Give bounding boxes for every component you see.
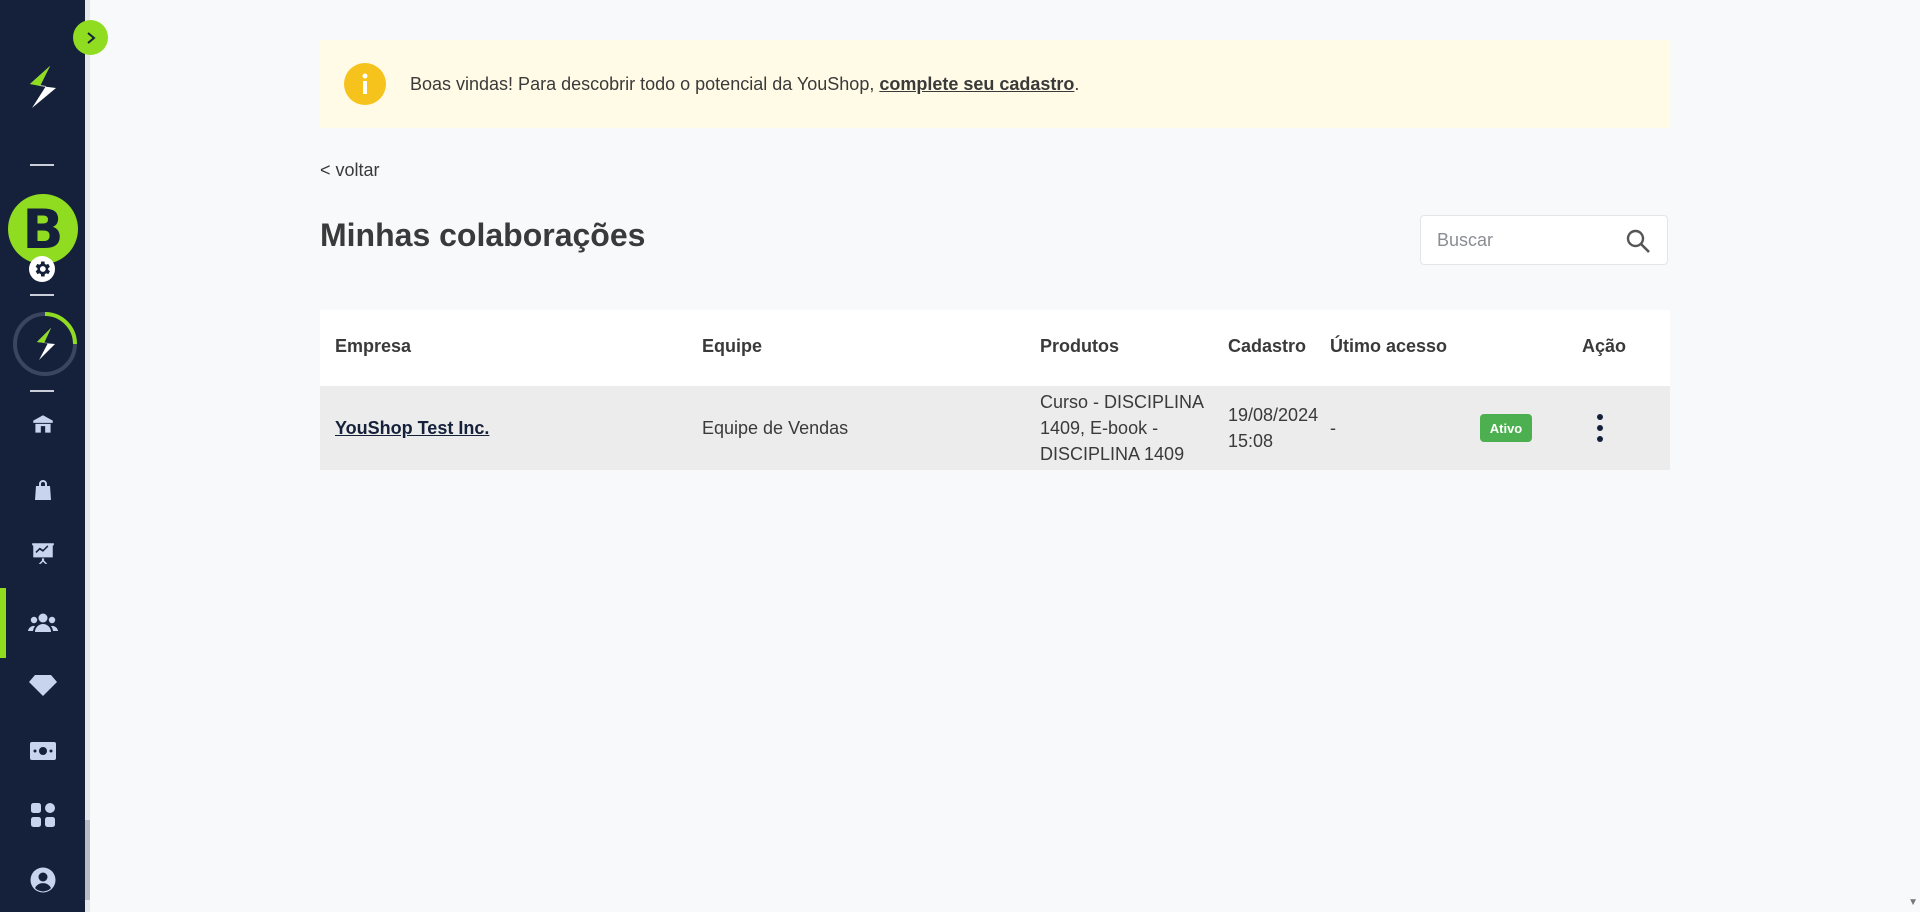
- cadastro-time: 15:08: [1228, 431, 1274, 451]
- sidebar-item-finance[interactable]: [0, 726, 85, 776]
- apps-grid-icon: [30, 803, 55, 827]
- banner-message: Boas vindas! Para descobrir todo o poten…: [410, 74, 1079, 95]
- complete-registration-link[interactable]: complete seu cadastro: [879, 74, 1074, 94]
- presentation-chart-icon: [31, 543, 54, 564]
- header-empresa: Empresa: [335, 336, 412, 356]
- money-icon: [29, 742, 56, 760]
- sidebar-item-apps[interactable]: [0, 790, 85, 840]
- company-link[interactable]: YouShop Test Inc.: [335, 418, 489, 438]
- header-cadastro: Cadastro: [1228, 336, 1307, 356]
- welcome-banner: Boas vindas! Para descobrir todo o poten…: [320, 40, 1670, 128]
- sidebar-item-diamond[interactable]: [0, 660, 85, 710]
- produtos-line: 1409, E-book -: [1040, 418, 1159, 438]
- status-badge: Ativo: [1480, 414, 1532, 442]
- banner-suffix: .: [1074, 73, 1080, 94]
- search-input[interactable]: [1435, 228, 1619, 252]
- header-ultimo-acesso: Útimo acesso: [1330, 336, 1448, 356]
- produtos-line: Curso - DISCIPLINA: [1040, 392, 1205, 412]
- sidebar-scrollbar[interactable]: [85, 0, 90, 912]
- scrollbar-thumb[interactable]: [85, 820, 90, 900]
- cell-equipe: Equipe de Vendas: [702, 418, 849, 438]
- info-icon: [344, 63, 386, 105]
- sidebar-divider: [30, 390, 54, 392]
- search-box: [1420, 215, 1668, 265]
- page-title: Minhas colaborações: [320, 217, 646, 253]
- sidebar-item-dashboard[interactable]: [0, 528, 85, 578]
- header-produtos: Produtos: [1040, 336, 1119, 356]
- sidebar-item-collaborators[interactable]: [0, 588, 85, 658]
- table-header: Empresa Equipe Produtos Cadastro Útimo a…: [320, 310, 1670, 386]
- gear-icon[interactable]: [29, 256, 55, 282]
- sidebar-item-profile[interactable]: [0, 855, 85, 905]
- sidebar-toggle-button[interactable]: [73, 20, 108, 55]
- more-options-icon[interactable]: [1590, 414, 1610, 442]
- back-link[interactable]: < voltar: [320, 160, 380, 181]
- users-icon: [27, 613, 58, 632]
- progress-ring-icon[interactable]: [11, 310, 79, 378]
- search-icon[interactable]: [1625, 228, 1651, 254]
- header-equipe: Equipe: [702, 336, 763, 356]
- table-row: YouShop Test Inc. Equipe de Vendas Curso…: [320, 386, 1670, 470]
- diamond-icon: [28, 675, 57, 696]
- shopping-bag-icon: [34, 480, 51, 500]
- banner-text: Boas vindas! Para descobrir todo o poten…: [410, 73, 880, 94]
- cell-empresa: YouShop Test Inc.: [335, 415, 489, 441]
- collaborations-table: Empresa Equipe Produtos Cadastro Útimo a…: [320, 310, 1670, 470]
- sidebar-item-shop[interactable]: [0, 465, 85, 515]
- cadastro-date: 19/08/2024: [1228, 405, 1319, 425]
- cell-cadastro: 19/08/2024 15:08: [1228, 402, 1318, 454]
- home-icon: [32, 415, 53, 433]
- youshop-logo-icon[interactable]: [20, 62, 64, 114]
- user-circle-icon: [30, 867, 55, 893]
- avatar-letter: B: [22, 197, 64, 261]
- cell-ultimo-acesso: -: [1330, 418, 1336, 438]
- sidebar: B: [0, 0, 85, 912]
- avatar[interactable]: B: [8, 194, 78, 264]
- scroll-down-arrow-icon[interactable]: ▼: [1908, 897, 1918, 908]
- sidebar-divider: [30, 294, 54, 296]
- produtos-line: DISCIPLINA 1409: [1040, 444, 1185, 464]
- header-acao: Ação: [1582, 336, 1627, 356]
- sidebar-divider: [30, 164, 54, 166]
- chevron-right-icon: [86, 31, 96, 44]
- cell-produtos: Curso - DISCIPLINA 1409, E-book - DISCIP…: [1040, 389, 1204, 467]
- sidebar-item-home[interactable]: [0, 400, 85, 450]
